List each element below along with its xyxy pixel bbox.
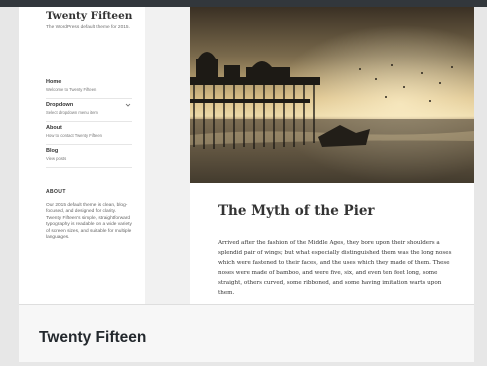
- admin-top-bar: [0, 0, 487, 7]
- widget-title: ABOUT: [46, 189, 66, 195]
- menu-item-label: Blog: [46, 148, 59, 154]
- theme-info-bar: Twenty Fifteen: [19, 304, 474, 362]
- menu-item-blog[interactable]: Blog View posts: [46, 145, 132, 168]
- theme-name: Twenty Fifteen: [39, 329, 147, 346]
- menu-item-description: Welcome to Twenty Fifteen: [46, 87, 97, 92]
- menu-item-home[interactable]: Home Welcome to Twenty Fifteen: [46, 76, 132, 99]
- sidebar: Twenty Fifteen The WordPress default the…: [19, 7, 145, 304]
- menu-item-dropdown[interactable]: Dropdown Select dropdown menu item: [46, 99, 132, 122]
- post-content: The Myth of the Pier Arrived after the f…: [190, 7, 474, 304]
- site-title[interactable]: Twenty Fifteen: [46, 10, 132, 22]
- menu-item-label: Home: [46, 79, 62, 85]
- menu-item-description: View posts: [46, 156, 67, 161]
- chevron-down-icon[interactable]: [125, 102, 131, 108]
- menu-item-description: Select dropdown menu item: [46, 110, 98, 115]
- theme-preview[interactable]: Twenty Fifteen The WordPress default the…: [19, 7, 474, 304]
- widget-text: Our 2015 default theme is clean, blog-fo…: [46, 203, 132, 241]
- featured-image: [190, 7, 474, 183]
- menu-item-description: How to contact Twenty Fifteen: [46, 133, 103, 138]
- menu-item-about[interactable]: About How to contact Twenty Fifteen: [46, 122, 132, 145]
- main-menu: Home Welcome to Twenty Fifteen Dropdown …: [46, 76, 132, 168]
- site-description: The WordPress default theme for 2015.: [46, 25, 130, 30]
- post-body: Arrived after the fashion of the Middle …: [218, 240, 452, 296]
- post-title[interactable]: The Myth of the Pier: [218, 203, 375, 219]
- menu-item-label: About: [46, 125, 62, 131]
- menu-item-label: Dropdown: [46, 102, 74, 108]
